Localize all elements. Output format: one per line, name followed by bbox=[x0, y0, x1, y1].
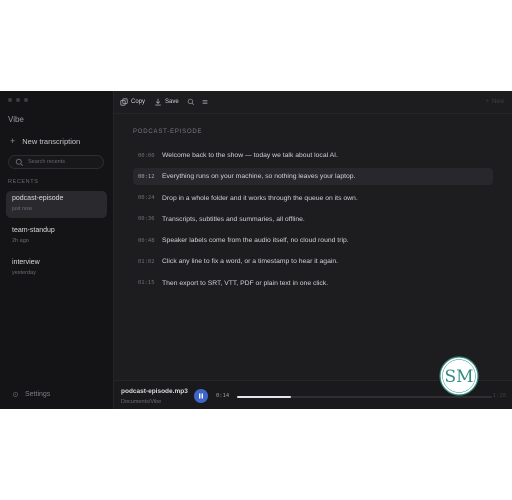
maximize-window-button[interactable] bbox=[24, 98, 28, 102]
settings-button[interactable]: Settings bbox=[12, 391, 50, 398]
app-window: Vibe + New transcription Search recents … bbox=[0, 91, 512, 409]
save-button[interactable]: Save bbox=[154, 98, 179, 106]
save-label: Save bbox=[165, 99, 179, 105]
line-text[interactable]: Transcripts, subtitles and summaries, al… bbox=[162, 216, 305, 223]
copy-button[interactable]: Copy bbox=[120, 98, 145, 106]
plus-icon: + bbox=[10, 136, 16, 146]
line-timestamp[interactable]: 00:36 bbox=[138, 216, 162, 222]
transcript-line[interactable]: 00:00 Welcome back to the show — today we… bbox=[133, 147, 493, 164]
plus-icon: + bbox=[485, 99, 489, 105]
line-timestamp[interactable]: 00:48 bbox=[138, 238, 162, 244]
search-icon bbox=[15, 158, 24, 166]
transcript-line[interactable]: 01:15 Then export to SRT, VTT, PDF or pla… bbox=[133, 275, 493, 292]
line-timestamp[interactable]: 01:02 bbox=[138, 259, 162, 265]
app-name: Vibe bbox=[8, 115, 24, 124]
player-filename: podcast-episode.mp3 bbox=[121, 388, 188, 395]
line-timestamp[interactable]: 01:15 bbox=[138, 280, 162, 286]
new-transcription-label: New transcription bbox=[22, 137, 81, 146]
recent-item-title: interview bbox=[12, 259, 40, 266]
new-transcription-button[interactable]: + New transcription bbox=[10, 136, 81, 147]
toolbar: Copy Save + New bbox=[114, 91, 512, 114]
gear-icon bbox=[12, 391, 19, 398]
line-text[interactable]: Speaker labels come from the audio itsel… bbox=[162, 237, 349, 244]
search-input[interactable]: Search recents bbox=[8, 155, 104, 169]
settings-label: Settings bbox=[25, 391, 51, 398]
copy-label: Copy bbox=[131, 99, 146, 105]
recent-item-title: podcast-episode bbox=[12, 195, 64, 202]
copy-icon bbox=[120, 98, 128, 106]
recents-label: RECENTS bbox=[8, 179, 39, 185]
sm-logo: SM bbox=[439, 356, 479, 396]
line-text[interactable]: Drop in a whole folder and it works thro… bbox=[162, 195, 358, 202]
search-placeholder: Search recents bbox=[28, 159, 65, 165]
transcript-lines: 00:00 Welcome back to the show — today we… bbox=[133, 147, 493, 296]
transcript-line[interactable]: 00:12 Everything runs on your machine, so… bbox=[133, 168, 493, 186]
line-timestamp[interactable]: 00:24 bbox=[138, 195, 162, 201]
window-controls bbox=[8, 98, 28, 102]
transcript-line[interactable]: 00:48 Speaker labels come from the audio … bbox=[133, 232, 493, 249]
logo-text: SM bbox=[444, 367, 473, 387]
transcript-title: PODCAST-EPISODE bbox=[133, 129, 203, 135]
recent-item-time: 2h ago bbox=[12, 238, 29, 244]
duration: 1:28 bbox=[492, 393, 506, 399]
close-window-button[interactable] bbox=[8, 98, 12, 102]
recent-item-time: just now bbox=[12, 206, 33, 212]
sidebar: Vibe + New transcription Search recents … bbox=[0, 91, 114, 409]
new-label: New bbox=[491, 99, 504, 105]
download-icon bbox=[155, 98, 161, 106]
transcript-line[interactable]: 01:02 Click any line to fix a word, or a … bbox=[133, 253, 493, 270]
transcript-line[interactable]: 00:24 Drop in a whole folder and it works… bbox=[133, 190, 493, 207]
pause-icon bbox=[199, 393, 203, 399]
line-text[interactable]: Everything runs on your machine, so noth… bbox=[162, 173, 355, 180]
new-button[interactable]: + New bbox=[485, 91, 504, 113]
recent-item-interview[interactable]: interview yesterday bbox=[6, 255, 107, 282]
minimize-window-button[interactable] bbox=[16, 98, 20, 102]
recent-item-title: team-standup bbox=[12, 227, 55, 234]
seek-bar-progress bbox=[237, 396, 291, 398]
line-text[interactable]: Click any line to fix a word, or a times… bbox=[162, 258, 338, 265]
recent-item-podcast-episode[interactable]: podcast-episode just now bbox=[6, 191, 107, 218]
recent-item-time: yesterday bbox=[12, 270, 36, 276]
line-text[interactable]: Then export to SRT, VTT, PDF or plain te… bbox=[162, 280, 328, 287]
line-timestamp[interactable]: 00:12 bbox=[138, 174, 162, 180]
current-time: 0:14 bbox=[216, 393, 230, 399]
seek-bar[interactable] bbox=[237, 396, 492, 398]
transcript-line[interactable]: 00:36 Transcripts, subtitles and summarie… bbox=[133, 211, 493, 228]
recent-item-team-standup[interactable]: team-standup 2h ago bbox=[6, 223, 107, 250]
player-path: Documents/Vibe bbox=[121, 399, 162, 405]
menu-icon[interactable] bbox=[201, 98, 209, 106]
search-icon[interactable] bbox=[187, 98, 195, 106]
pause-button[interactable] bbox=[194, 389, 208, 403]
line-timestamp[interactable]: 00:00 bbox=[138, 153, 162, 159]
line-text[interactable]: Welcome back to the show — today we talk… bbox=[162, 152, 338, 159]
